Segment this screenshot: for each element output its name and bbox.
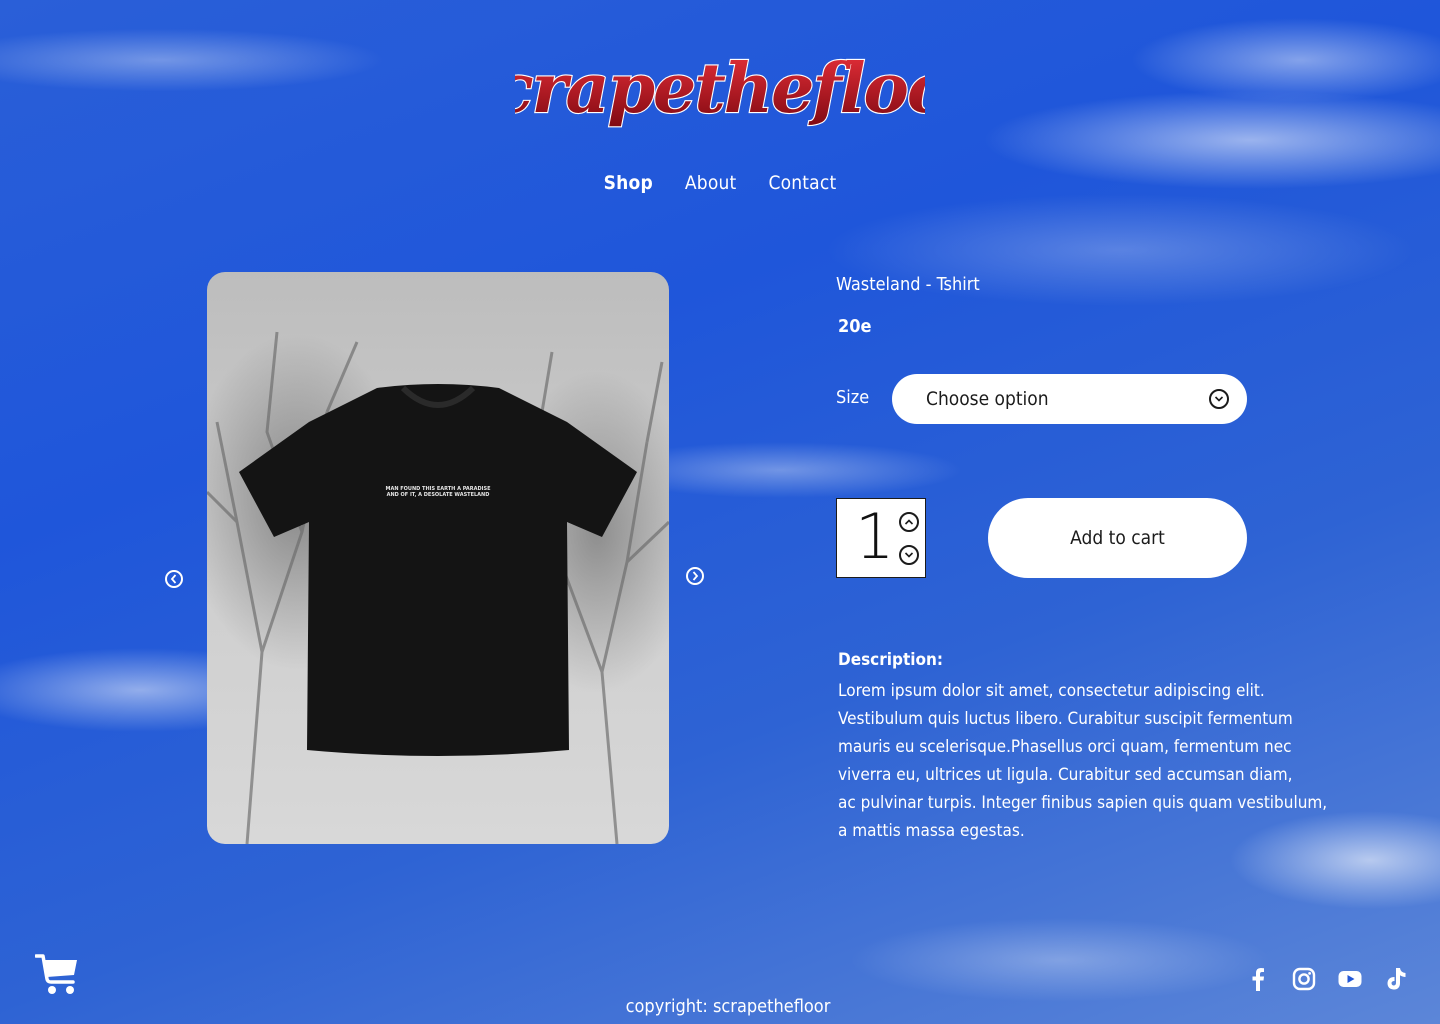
description-line: viverra eu, ultrices ut ligula. Curabitu… xyxy=(838,765,1293,785)
tshirt-photo: MAN FOUND THIS EARTH A PARADISE AND OF I… xyxy=(207,331,669,844)
nav-shop[interactable]: Shop xyxy=(604,172,653,194)
description-line: mauris eu scelerisque.Phasellus orci qua… xyxy=(838,737,1292,757)
facebook-icon[interactable] xyxy=(1245,966,1271,992)
quantity-stepper[interactable]: 1 xyxy=(836,498,926,578)
instagram-icon[interactable] xyxy=(1291,966,1317,992)
size-select[interactable]: Choose option xyxy=(892,374,1247,424)
shopping-cart-icon[interactable] xyxy=(35,953,79,997)
quantity-increase-button[interactable] xyxy=(899,512,919,532)
size-label: Size xyxy=(836,387,870,408)
description-line: Lorem ipsum dolor sit amet, consectetur … xyxy=(838,681,1265,701)
quantity-decrease-button[interactable] xyxy=(899,545,919,565)
product-price: 20e xyxy=(838,316,872,337)
copyright-text: copyright: scrapethefloor xyxy=(625,996,831,1017)
gallery-prev-button[interactable] xyxy=(165,570,183,588)
product-image: MAN FOUND THIS EARTH A PARADISE AND OF I… xyxy=(207,272,669,844)
main-nav: Shop About Contact xyxy=(0,172,1440,194)
add-to-cart-button[interactable]: Add to cart xyxy=(988,498,1247,578)
nav-about[interactable]: About xyxy=(685,172,737,194)
description-line: a mattis massa egestas. xyxy=(838,821,1025,841)
brand-logo[interactable]: scrapethefloor xyxy=(515,42,925,134)
chevron-right-icon xyxy=(692,571,699,581)
size-select-value: Choose option xyxy=(926,388,1049,410)
youtube-icon[interactable] xyxy=(1337,966,1363,992)
nav-contact[interactable]: Contact xyxy=(768,172,836,194)
description-text: Lorem ipsum dolor sit amet, consectetur … xyxy=(838,677,1338,845)
chevron-down-icon xyxy=(904,552,914,558)
description-line: Vestibulum quis luctus libero. Curabitur… xyxy=(838,709,1293,729)
logo-text: scrapethefloor xyxy=(515,49,925,129)
description-title: Description: xyxy=(838,650,944,670)
product-name: Wasteland - Tshirt xyxy=(836,274,980,295)
chevron-up-icon xyxy=(904,519,914,525)
tshirt-shape xyxy=(239,384,637,756)
chevron-down-icon xyxy=(1209,389,1229,409)
gallery-next-button[interactable] xyxy=(686,567,704,585)
chevron-left-icon xyxy=(170,574,177,584)
quantity-value[interactable]: 1 xyxy=(855,501,894,573)
tshirt-print-line2: AND OF IT, A DESOLATE WASTELAND xyxy=(387,492,490,498)
description-line: ac pulvinar turpis. Integer finibus sapi… xyxy=(838,793,1328,813)
tiktok-icon[interactable] xyxy=(1383,966,1409,992)
